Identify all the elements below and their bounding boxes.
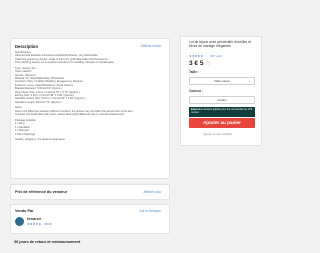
vendor-name[interactable]: tiemarset	[27, 217, 41, 221]
description-line: Jewelry, shopping. You deserve great ite…	[15, 138, 66, 142]
returns-title: 30 jours de retour et remboursement	[14, 240, 81, 244]
chevron-down-icon: ⌄	[248, 98, 251, 102]
vendor-star-icon: ★★★★★	[27, 222, 42, 226]
wishlist-link[interactable]: Ajouter à votre wishlist	[203, 132, 232, 136]
visit-shop-link[interactable]: Voir la boutique	[139, 209, 161, 213]
express-banner: Express Livraison gratuite pour les comm…	[189, 107, 255, 117]
size-label: Taille :	[189, 70, 199, 74]
add-to-cart-button[interactable]: Ajouter au panier	[189, 118, 255, 128]
rating-star-icon: ★★★★★	[189, 54, 204, 58]
color-select[interactable]: Golden ⌄	[189, 96, 255, 104]
description-title: Description	[15, 44, 39, 49]
description-panel: Description Afficher moins Specification…	[10, 38, 170, 179]
color-value: Golden	[217, 98, 227, 102]
purchase-panel: Lot de bijoux avec pendentifs d'oreilles…	[180, 36, 262, 146]
rating-count-link[interactable]: (607 avis)	[210, 54, 222, 58]
price: 3 € 5	[189, 60, 204, 67]
product-page: Description Afficher moins Specification…	[0, 0, 273, 253]
seller-reference-link[interactable]: Afficher plus	[144, 190, 161, 194]
description-body: Specifications: Adorned with adorable rhi…	[15, 51, 165, 142]
product-title: Lot de bijoux avec pendentifs d'oreilles…	[189, 40, 251, 49]
seller-reference-title: Prix de référence du vendeur	[15, 190, 68, 194]
chevron-down-icon: ⌄	[248, 79, 251, 83]
seller-reference-panel: Prix de référence du vendeur Afficher pl…	[10, 184, 170, 200]
vendor-review-count: (6808)	[44, 222, 53, 226]
size-value: Taille unique	[213, 79, 231, 83]
avatar[interactable]	[15, 217, 24, 226]
vendor-title: Vendu Par	[15, 209, 34, 213]
heart-icon[interactable]: ♡	[206, 61, 210, 67]
color-label: Couleur :	[189, 89, 203, 93]
show-less-link[interactable]: Afficher moins	[141, 44, 161, 48]
size-select[interactable]: Taille unique ⌄	[189, 77, 255, 85]
vendor-panel: Vendu Par Voir la boutique tiemarset ★★★…	[10, 204, 170, 234]
